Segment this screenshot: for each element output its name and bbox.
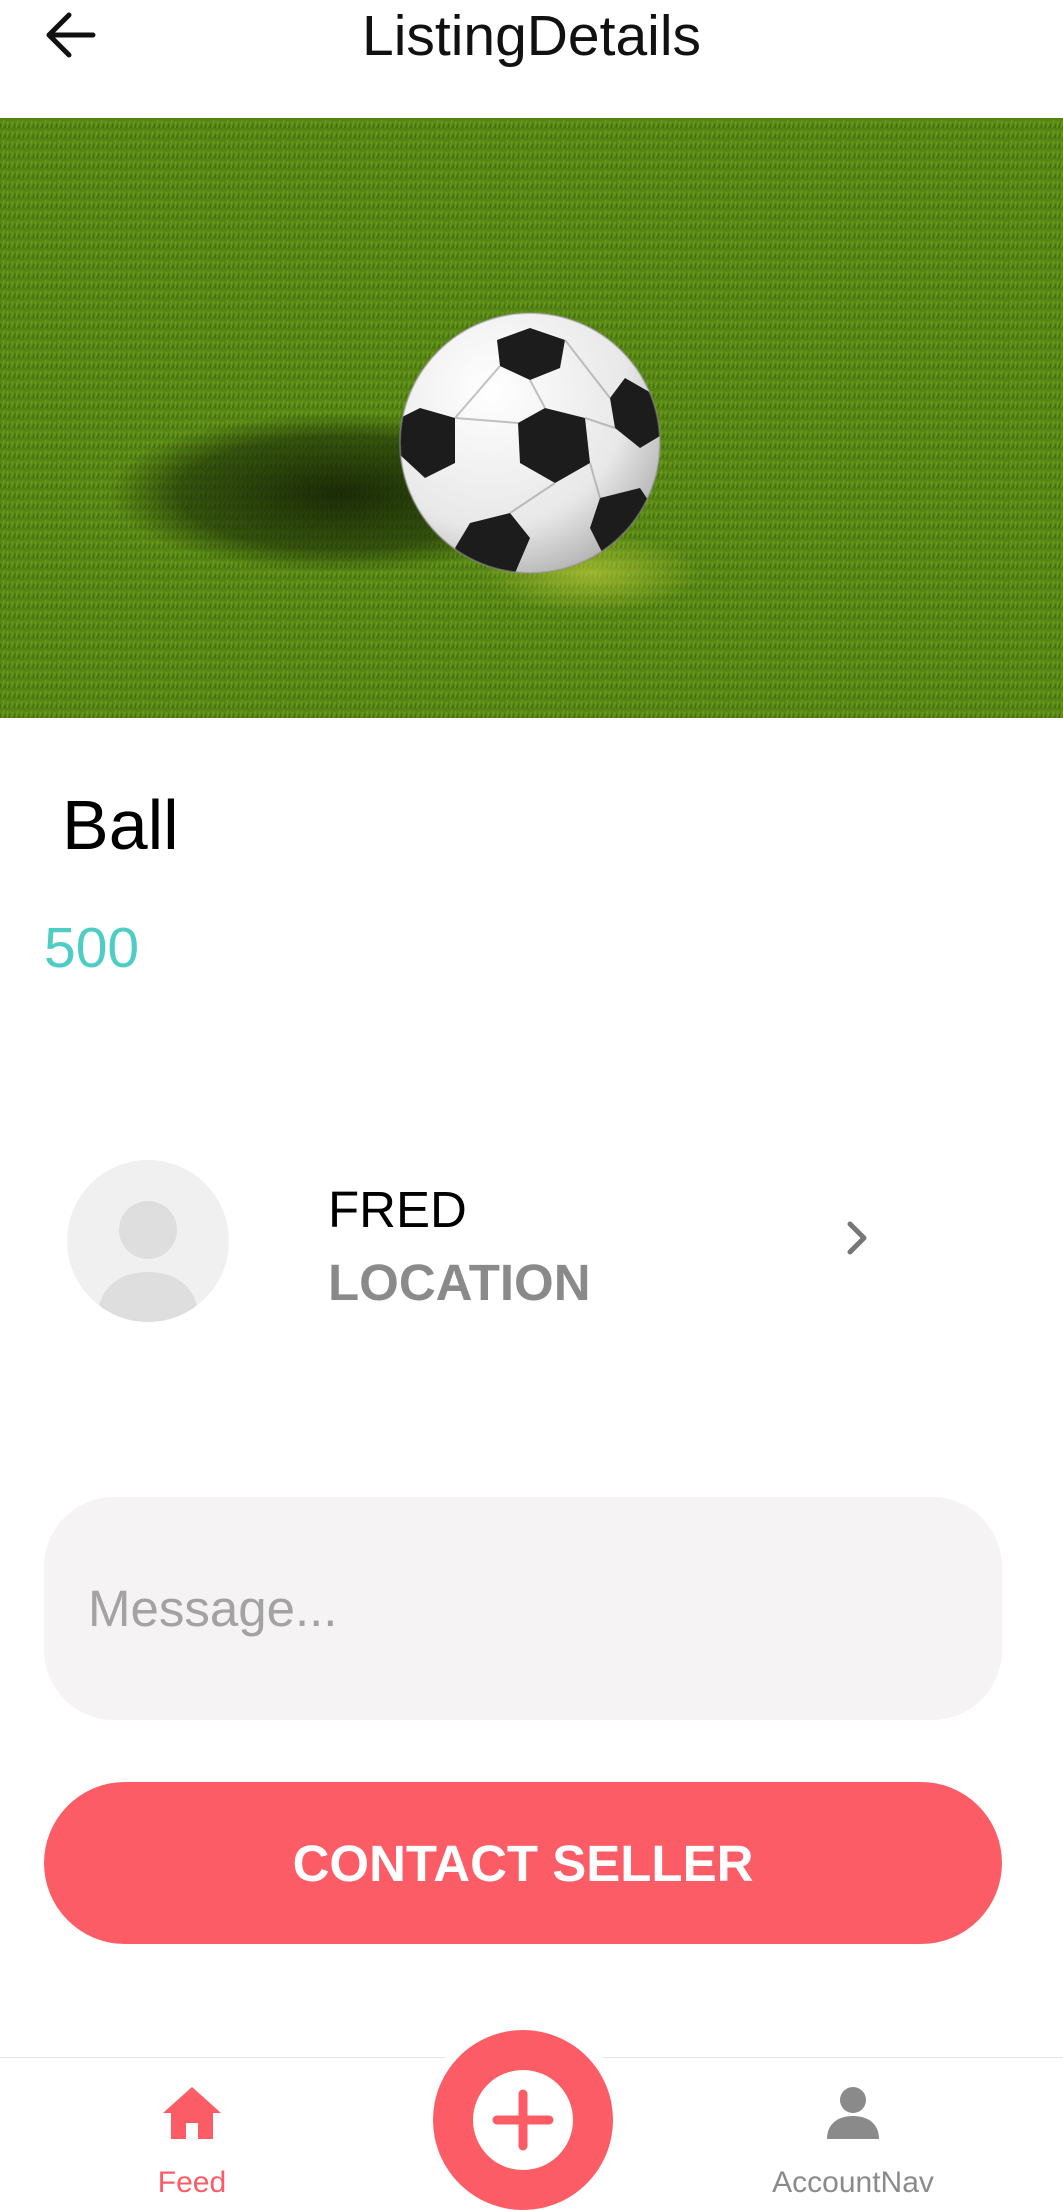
seller-location: LOCATION (328, 1254, 591, 1311)
listing-title: Ball (62, 786, 179, 864)
seller-name: FRED (328, 1181, 467, 1238)
message-input[interactable] (44, 1497, 1002, 1720)
tab-account-label: AccountNav (772, 2166, 934, 2199)
seller-list-item[interactable]: FRED LOCATION (0, 1150, 1063, 1330)
plus-circle-icon (473, 2070, 573, 2170)
page-title: ListingDetails (362, 4, 701, 68)
tab-feed[interactable]: Feed (42, 2058, 342, 2206)
user-avatar-icon (67, 1160, 229, 1322)
home-icon (163, 2087, 221, 2139)
add-listing-button[interactable] (433, 2030, 613, 2210)
listing-image (0, 118, 1063, 718)
contact-seller-button[interactable]: CONTACT SELLER (44, 1782, 1002, 1944)
tab-feed-label: Feed (157, 2166, 227, 2199)
tab-account[interactable]: AccountNav (703, 2058, 1003, 2206)
header: ListingDetails (0, 0, 1063, 118)
listing-price: 500 (44, 916, 140, 980)
chevron-right-icon (847, 1221, 867, 1255)
person-icon (827, 2087, 879, 2139)
soccer-ball-on-grass-photo (0, 118, 1063, 718)
